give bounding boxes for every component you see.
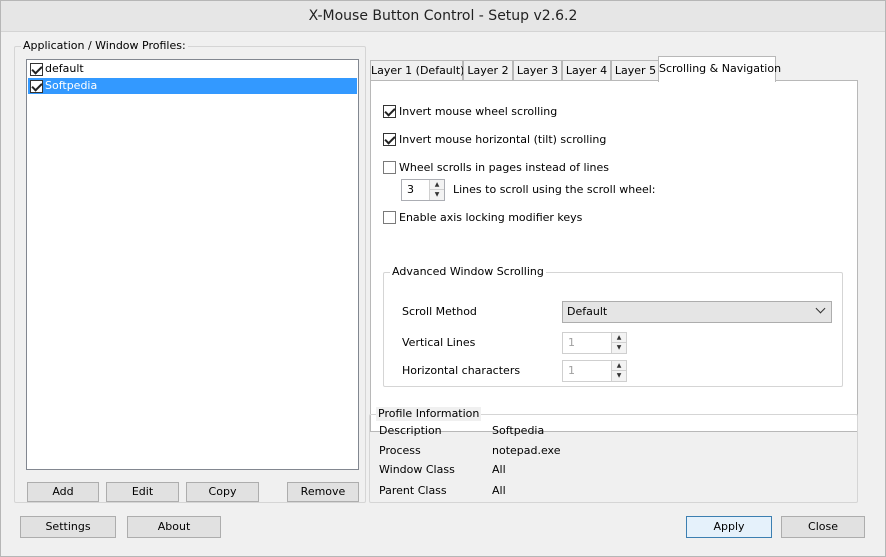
close-button[interactable]: Close — [781, 516, 865, 538]
about-button[interactable]: About — [127, 516, 221, 538]
settings-button[interactable]: Settings — [20, 516, 116, 538]
chevron-down-icon — [815, 303, 826, 314]
tab-layer-4[interactable]: Layer 4 — [562, 60, 611, 81]
profiles-group-label: Application / Window Profiles: — [21, 39, 188, 53]
edit-button[interactable]: Edit — [106, 482, 179, 502]
process-label: Process — [379, 444, 421, 457]
axis-lock-checkbox[interactable] — [383, 211, 396, 224]
list-item-default[interactable]: default — [28, 61, 357, 77]
invert-wheel-label: Invert mouse wheel scrolling — [399, 105, 558, 118]
list-item-softpedia[interactable]: Softpedia — [28, 78, 357, 94]
horizontal-down-icon[interactable]: ▼ — [612, 371, 626, 381]
lines-up-icon[interactable]: ▲ — [430, 180, 444, 190]
invert-tilt-checkbox[interactable] — [383, 133, 396, 146]
list-item-label: Softpedia — [45, 79, 98, 92]
lines-label: Lines to scroll using the scroll wheel: — [453, 183, 656, 196]
description-value: Softpedia — [492, 424, 545, 437]
scrolling-panel: Invert mouse wheel scrolling Invert mous… — [370, 80, 858, 432]
tab-layer-1[interactable]: Layer 1 (Default) — [370, 60, 464, 81]
tab-layer-5[interactable]: Layer 5 — [611, 60, 660, 81]
remove-button[interactable]: Remove — [287, 482, 359, 502]
scroll-method-label: Scroll Method — [402, 305, 477, 318]
profiles-list[interactable]: default Softpedia — [26, 59, 359, 470]
lines-stepper[interactable]: 3 ▲ ▼ — [401, 179, 445, 201]
horizontal-chars-value: 1 — [568, 364, 575, 377]
add-button[interactable]: Add — [27, 482, 99, 502]
horizontal-chars-arrows: ▲ ▼ — [611, 361, 626, 381]
description-label: Description — [379, 424, 442, 437]
scroll-method-select[interactable]: Default — [562, 301, 832, 323]
apply-button[interactable]: Apply — [686, 516, 772, 538]
advanced-scrolling-group: Advanced Window Scrolling Scroll Method … — [383, 265, 843, 387]
scroll-method-value: Default — [567, 305, 608, 318]
title-bar: X-Mouse Button Control - Setup v2.6.2 — [0, 0, 886, 32]
window-class-label: Window Class — [379, 463, 455, 476]
wheel-pages-checkbox[interactable] — [383, 161, 396, 174]
invert-tilt-label: Invert mouse horizontal (tilt) scrolling — [399, 133, 607, 146]
client-area: Application / Window Profiles: default S… — [6, 32, 880, 551]
tab-layer-3[interactable]: Layer 3 — [513, 60, 562, 81]
lines-down-icon[interactable]: ▼ — [430, 190, 444, 200]
horizontal-up-icon[interactable]: ▲ — [612, 361, 626, 371]
window-title: X-Mouse Button Control - Setup v2.6.2 — [308, 8, 578, 24]
horizontal-chars-stepper[interactable]: 1 ▲ ▼ — [562, 360, 627, 382]
copy-button[interactable]: Copy — [186, 482, 259, 502]
vertical-lines-label: Vertical Lines — [402, 336, 476, 349]
tab-layer-2[interactable]: Layer 2 — [463, 60, 513, 81]
lines-stepper-arrows: ▲ ▼ — [429, 180, 444, 200]
checkbox-default[interactable] — [30, 63, 43, 76]
window-class-value: All — [492, 463, 506, 476]
vertical-lines-value: 1 — [568, 336, 575, 349]
invert-wheel-checkbox[interactable] — [383, 105, 396, 118]
tab-scrolling-navigation[interactable]: Scrolling & Navigation — [658, 56, 781, 82]
checkbox-softpedia[interactable] — [30, 80, 43, 93]
advanced-scrolling-title: Advanced Window Scrolling — [390, 265, 546, 279]
vertical-lines-stepper[interactable]: 1 ▲ ▼ — [562, 332, 627, 354]
parent-class-label: Parent Class — [379, 484, 447, 497]
list-item-label: default — [45, 62, 84, 75]
lines-value: 3 — [407, 183, 414, 196]
wheel-pages-label: Wheel scrolls in pages instead of lines — [399, 161, 610, 174]
vertical-up-icon[interactable]: ▲ — [612, 333, 626, 343]
vertical-lines-arrows: ▲ ▼ — [611, 333, 626, 353]
horizontal-chars-label: Horizontal characters — [402, 364, 521, 377]
process-value: notepad.exe — [492, 444, 561, 457]
vertical-down-icon[interactable]: ▼ — [612, 343, 626, 353]
parent-class-value: All — [492, 484, 506, 497]
profile-info-title: Profile Information — [376, 407, 482, 421]
axis-lock-label: Enable axis locking modifier keys — [399, 211, 583, 224]
